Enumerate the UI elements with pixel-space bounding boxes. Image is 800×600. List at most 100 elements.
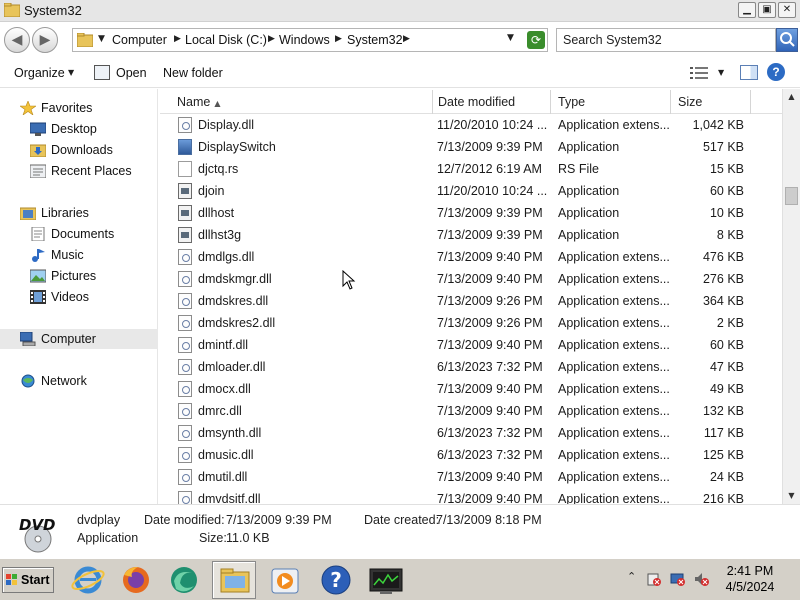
file-row[interactable]: Display.dll 11/20/2010 10:24 ... Applicati… [160, 114, 782, 136]
view-dropdown-icon[interactable]: ▼ [718, 68, 724, 77]
network-disconnected-icon[interactable] [670, 571, 686, 587]
clock-time[interactable]: 2:41 PM [712, 564, 788, 578]
refresh-icon[interactable]: ⟳ [527, 31, 545, 49]
address-bar[interactable]: ▼ Computer ▶ Local Disk (C:) ▶ Windows ▶… [72, 28, 548, 52]
file-row[interactable]: dmloader.dll 6/13/2023 7:32 PM Application… [160, 356, 782, 378]
column-header-name-label: Name [177, 95, 211, 109]
preview-pane-icon[interactable] [740, 65, 758, 80]
organize-dropdown-icon[interactable]: ▼ [68, 68, 74, 77]
details-created-value: 7/13/2009 8:18 PM [436, 513, 542, 527]
file-name: dllhst3g [198, 228, 242, 242]
file-type: Application extens... [558, 382, 670, 396]
open-icon[interactable] [94, 65, 110, 80]
taskbar-help-support[interactable]: ? [314, 561, 358, 599]
file-explorer-icon [220, 568, 250, 593]
clock-date[interactable]: 4/5/2024 [712, 580, 788, 594]
file-row[interactable]: dmdlgs.dll 7/13/2009 9:40 PM Application e… [160, 246, 782, 268]
taskbar-edge[interactable] [162, 561, 206, 599]
breadcrumb-chevron-icon[interactable]: ▼ [98, 34, 105, 44]
file-row[interactable]: dllhst3g 7/13/2009 9:39 PM Application 8 KB [160, 224, 782, 246]
organize-button[interactable]: Organize [14, 66, 65, 80]
taskbar-task-manager[interactable] [364, 561, 408, 599]
file-row[interactable]: dllhost 7/13/2009 9:39 PM Application 10 KB [160, 202, 782, 224]
nav-network[interactable]: Network [0, 371, 158, 391]
start-button[interactable]: Start [2, 567, 54, 593]
display-switch-icon [178, 139, 192, 155]
column-header-type[interactable]: Type [551, 90, 671, 114]
minimize-button[interactable]: ▁ [738, 2, 756, 18]
taskbar-windows-explorer[interactable] [212, 561, 256, 599]
scroll-down-arrow-icon[interactable]: ▼ [783, 488, 800, 504]
nav-downloads[interactable]: Downloads [0, 140, 158, 160]
nav-libraries[interactable]: Libraries [0, 203, 158, 223]
dll-file-icon [178, 337, 192, 353]
maximize-button[interactable]: ▣ [758, 2, 776, 18]
column-header-date[interactable]: Date modified [433, 90, 551, 114]
action-center-warning-icon[interactable] [646, 571, 662, 587]
file-row[interactable]: dmdskres2.dll 7/13/2009 9:26 PM Applicatio… [160, 312, 782, 334]
windows-logo-icon [6, 574, 17, 585]
column-header-size[interactable]: Size [671, 90, 751, 114]
tray-expand-icon[interactable]: ⌃ [627, 570, 636, 583]
scroll-up-arrow-icon[interactable]: ▲ [783, 89, 800, 105]
vertical-scrollbar[interactable]: ▲ ▼ [782, 89, 800, 504]
address-history-dropdown-icon[interactable]: ▼ [507, 33, 514, 43]
breadcrumb-chevron-icon[interactable]: ▶ [174, 34, 181, 44]
file-row[interactable]: djoin 11/20/2010 10:24 ... Application 60 K… [160, 180, 782, 202]
file-size: 60 KB [709, 184, 744, 198]
breadcrumb-chevron-icon[interactable]: ▶ [403, 34, 410, 44]
file-row[interactable]: dmusic.dll 6/13/2023 7:32 PM Application e… [160, 444, 782, 466]
file-row[interactable]: djctq.rs 12/7/2012 6:19 AM RS File 15 KB [160, 158, 782, 180]
breadcrumb-system32[interactable]: System32 [347, 33, 403, 47]
close-button[interactable]: ✕ [778, 2, 796, 18]
file-row[interactable]: dmocx.dll 7/13/2009 9:40 PM Application ex… [160, 378, 782, 400]
open-button[interactable]: Open [116, 66, 147, 80]
nav-pictures[interactable]: Pictures [0, 266, 158, 286]
volume-muted-icon[interactable] [694, 571, 710, 587]
file-type: Application extens... [558, 250, 670, 264]
nav-favorites[interactable]: Favorites [0, 98, 158, 118]
file-date-modified: 6/13/2023 7:32 PM [437, 426, 543, 440]
file-size: 15 KB [709, 162, 744, 176]
forward-button[interactable]: ▶ [32, 27, 58, 53]
nav-documents[interactable]: Documents [0, 224, 158, 244]
file-row[interactable]: dmdskres.dll 7/13/2009 9:26 PM Application… [160, 290, 782, 312]
file-row[interactable]: dmrc.dll 7/13/2009 9:40 PM Application ext… [160, 400, 782, 422]
dll-file-icon [178, 447, 192, 463]
file-row[interactable]: DisplaySwitch 7/13/2009 9:39 PM Applicatio… [160, 136, 782, 158]
breadcrumb-local-disk[interactable]: Local Disk (C:) [185, 33, 267, 47]
file-row[interactable]: dmvdsitf.dll 7/13/2009 9:40 PM Application… [160, 488, 782, 504]
file-row[interactable]: dmsynth.dll 6/13/2023 7:32 PM Application … [160, 422, 782, 444]
nav-recent-places[interactable]: Recent Places [0, 161, 158, 181]
breadcrumb-chevron-icon[interactable]: ▶ [268, 34, 275, 44]
nav-videos[interactable]: Videos [0, 287, 158, 307]
file-date-modified: 6/13/2023 7:32 PM [437, 448, 543, 462]
taskbar-media-player[interactable] [264, 561, 308, 599]
column-header-name[interactable]: Name ▲ [160, 90, 433, 114]
search-icon[interactable] [776, 28, 798, 52]
nav-computer[interactable]: Computer [0, 329, 158, 349]
firefox-icon [123, 567, 149, 593]
file-row[interactable]: dmintf.dll 7/13/2009 9:40 PM Application e… [160, 334, 782, 356]
file-row[interactable]: dmutil.dll 7/13/2009 9:40 PM Application e… [160, 466, 782, 488]
nav-favorites-label: Favorites [41, 101, 93, 115]
file-type: Application extens... [558, 338, 670, 352]
file-row[interactable]: dmdskmgr.dll 7/13/2009 9:40 PM Application… [160, 268, 782, 290]
dll-file-icon [178, 381, 192, 397]
taskbar-internet-explorer[interactable] [66, 561, 110, 599]
nav-desktop[interactable]: Desktop [0, 119, 158, 139]
help-icon[interactable]: ? [767, 63, 785, 81]
back-button[interactable]: ◀ [4, 27, 30, 53]
scrollbar-thumb[interactable] [785, 187, 798, 205]
new-folder-button[interactable]: New folder [163, 66, 223, 80]
search-input[interactable]: Search System32 [556, 28, 776, 52]
file-date-modified: 7/13/2009 9:39 PM [437, 140, 543, 154]
taskbar-firefox[interactable] [114, 561, 158, 599]
breadcrumb-windows[interactable]: Windows [279, 33, 330, 47]
breadcrumb-chevron-icon[interactable]: ▶ [335, 34, 342, 44]
downloads-folder-icon [29, 143, 47, 158]
nav-music[interactable]: Music [0, 245, 158, 265]
change-view-icon[interactable] [690, 66, 708, 80]
file-name: dmloader.dll [198, 360, 266, 374]
breadcrumb-computer[interactable]: Computer [112, 33, 167, 47]
